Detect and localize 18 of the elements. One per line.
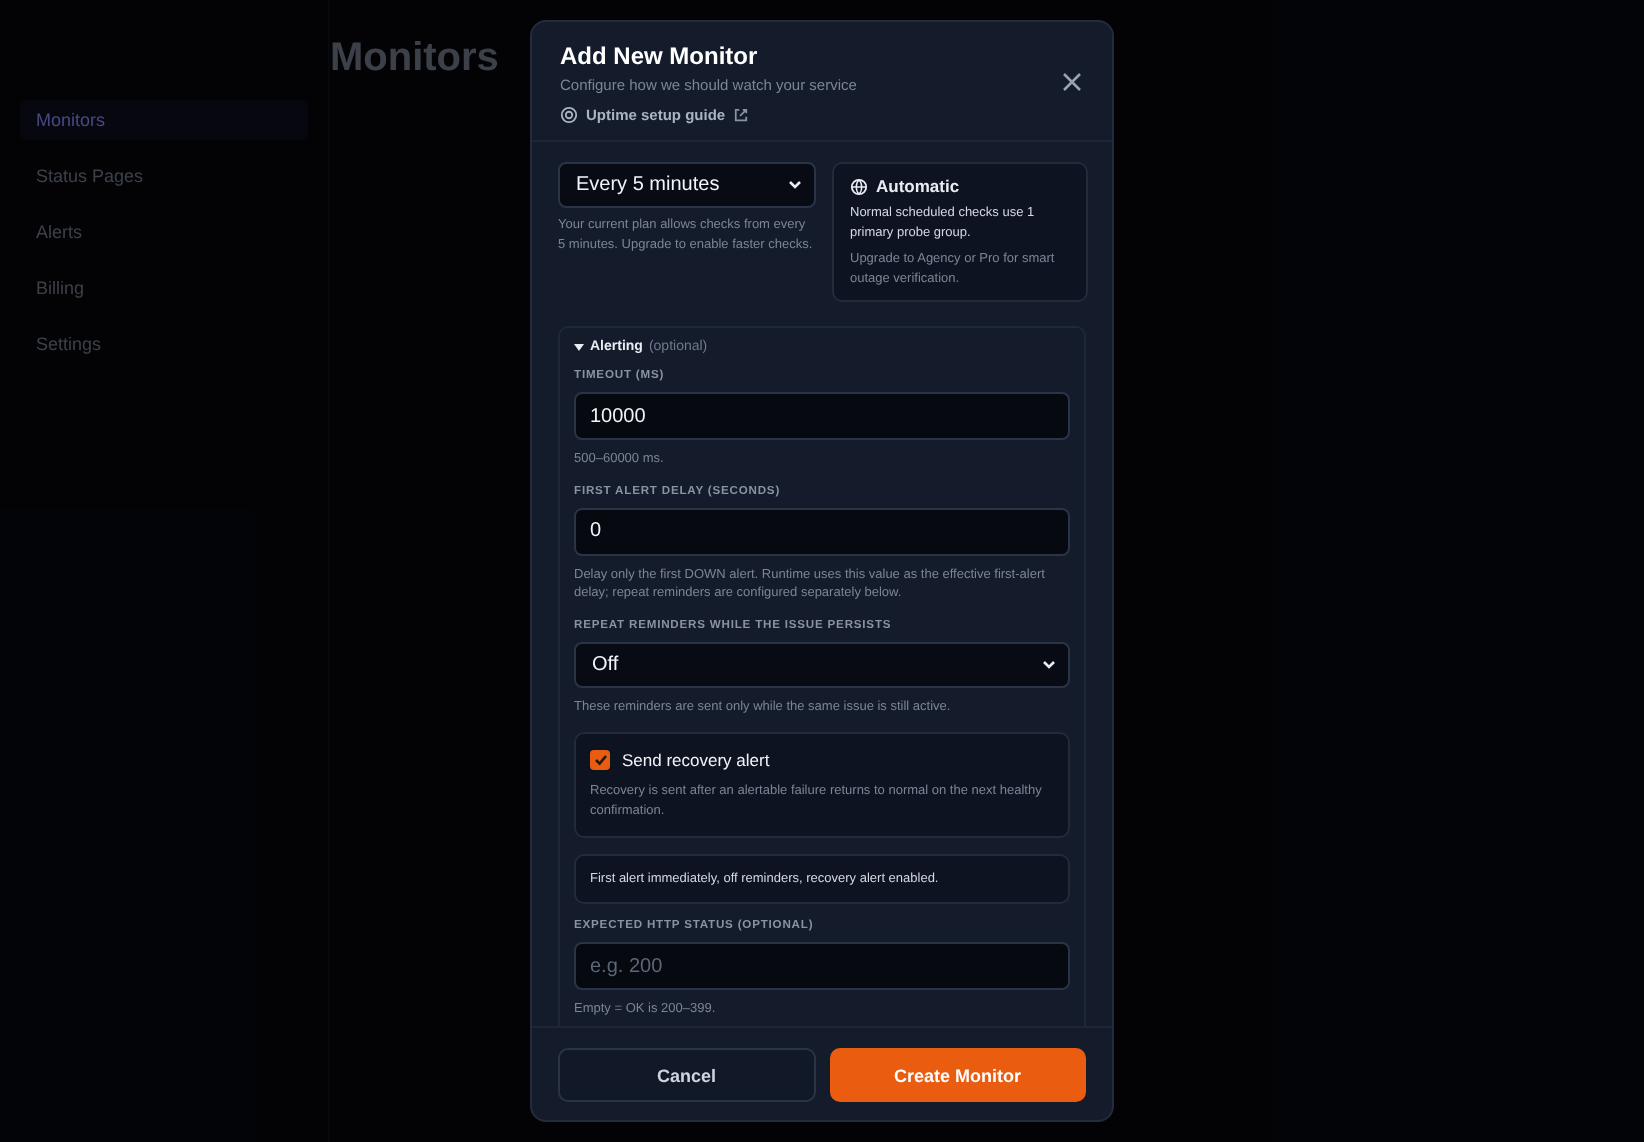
card-title: Automatic (876, 176, 960, 196)
close-button[interactable] (1060, 70, 1084, 94)
lifebuoy-icon (560, 106, 578, 124)
cancel-button[interactable]: Cancel (558, 1048, 815, 1102)
input-field[interactable]: e.g. 200 (574, 942, 1070, 990)
globe-icon (850, 177, 868, 195)
page-title: Monitors (330, 36, 499, 82)
checkbox-label: Send recovery alert (622, 750, 770, 770)
external-link-icon (733, 108, 748, 122)
checkbox[interactable] (590, 750, 610, 770)
chevron-down-icon (788, 180, 802, 190)
dialog-title: Add New Monitor (560, 42, 758, 70)
input-field[interactable]: 10000 (574, 392, 1070, 440)
chevron-down-icon (1042, 659, 1056, 669)
select-field[interactable]: Every 5 minutes (558, 162, 816, 208)
select-field[interactable]: Off (574, 641, 1070, 687)
input-field[interactable]: 0 (574, 507, 1070, 555)
caret-icon (574, 342, 584, 352)
